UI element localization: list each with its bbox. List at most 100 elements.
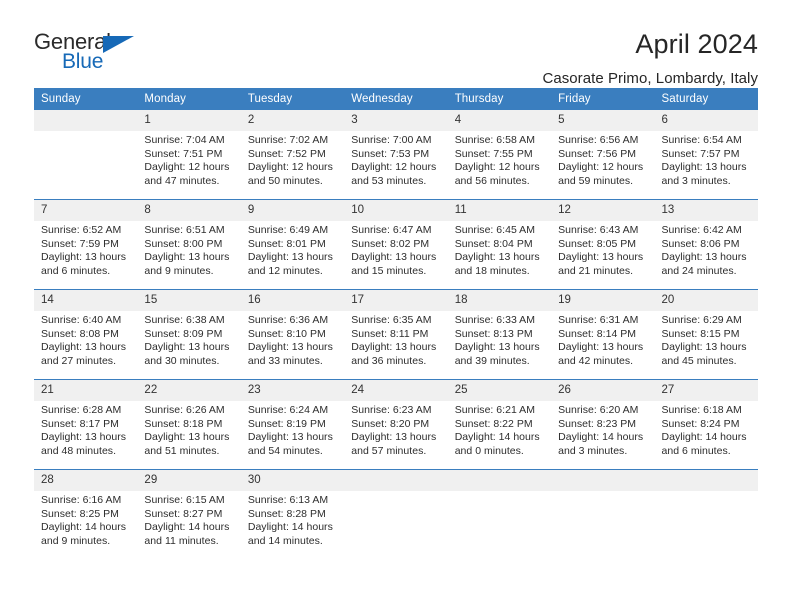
calendar-page: General Blue April 2024 Casorate Primo, … [0, 0, 792, 612]
day-number[interactable]: 6 [655, 110, 758, 131]
day-cell[interactable]: Sunrise: 6:38 AM Sunset: 8:09 PM Daylight:… [137, 311, 240, 379]
sunset-text: Sunset: 8:25 PM [41, 507, 119, 520]
day-number[interactable]: 9 [241, 200, 344, 221]
day-cell[interactable]: Sunrise: 6:36 AM Sunset: 8:10 PM Daylight:… [241, 311, 344, 379]
day-cell[interactable]: Sunrise: 6:47 AM Sunset: 8:02 PM Daylight:… [344, 221, 447, 289]
weekday-sunday: Sunday [41, 93, 81, 105]
day-number[interactable]: 20 [655, 290, 758, 311]
day-number[interactable]: 23 [241, 380, 344, 401]
day-cell[interactable]: Sunrise: 6:35 AM Sunset: 8:11 PM Daylight:… [344, 311, 447, 379]
sunset-text: Sunset: 8:05 PM [558, 237, 637, 250]
day-cell[interactable]: Sunrise: 6:52 AM Sunset: 7:59 PM Daylight:… [34, 221, 137, 289]
day-number[interactable]: 4 [448, 110, 551, 131]
weekday-header-row: Sunday Monday Tuesday Wednesday Thursday… [34, 88, 758, 110]
day-number[interactable]: 27 [655, 380, 758, 401]
day-cell[interactable]: Sunrise: 6:29 AM Sunset: 8:15 PM Daylight:… [655, 311, 758, 379]
sunrise-text: Sunrise: 6:23 AM [351, 404, 432, 416]
day-number[interactable]: 15 [137, 290, 240, 311]
daylight-text-line1: Daylight: 13 hours [558, 341, 644, 354]
day-cell[interactable]: Sunrise: 6:54 AM Sunset: 7:57 PM Daylight:… [655, 131, 758, 199]
sunset-text: Sunset: 7:59 PM [41, 237, 119, 250]
sunrise-text: Sunrise: 6:33 AM [454, 314, 535, 326]
day-number[interactable]: 14 [34, 290, 137, 311]
week-detail-band: Sunrise: 6:16 AM Sunset: 8:25 PM Daylight:… [34, 491, 758, 559]
sunrise-text: Sunrise: 6:45 AM [454, 224, 535, 236]
day-number[interactable]: 28 [34, 470, 137, 491]
day-number[interactable]: 2 [241, 110, 344, 131]
day-number[interactable]: 13 [655, 200, 758, 221]
day-number[interactable]: 10 [344, 200, 447, 221]
day-number[interactable]: 16 [241, 290, 344, 311]
day-number[interactable]: 18 [448, 290, 551, 311]
sunrise-text: Sunrise: 7:02 AM [247, 134, 329, 146]
day-cell[interactable]: Sunrise: 6:45 AM Sunset: 8:04 PM Daylight:… [448, 221, 551, 289]
day-number[interactable]: 29 [137, 470, 240, 491]
day-cell[interactable]: Sunrise: 6:26 AM Sunset: 8:18 PM Daylight:… [137, 401, 240, 469]
day-cell[interactable]: Sunrise: 6:15 AM Sunset: 8:27 PM Daylight:… [137, 491, 240, 559]
calendar-week-row: 14 15 16 17 18 19 20 Sunrise: 6:40 AM Sunset: 8:… [34, 289, 758, 379]
sunset-text: Sunset: 8:08 PM [41, 327, 119, 340]
day-cell[interactable]: Sunrise: 7:02 AM Sunset: 7:52 PM Daylight:… [241, 131, 344, 199]
daylight-text-line1: Daylight: 12 hours [247, 161, 333, 174]
day-cell[interactable]: Sunrise: 6:13 AM Sunset: 8:28 PM Daylight:… [241, 491, 344, 559]
daylight-text-line2: and 3 minutes. [558, 444, 628, 457]
daylight-text-line2: and 18 minutes. [454, 264, 530, 277]
day-cell-empty [34, 131, 137, 199]
sunset-text: Sunset: 8:20 PM [351, 417, 430, 430]
day-cell[interactable]: Sunrise: 6:23 AM Sunset: 8:20 PM Daylight:… [344, 401, 447, 469]
day-cell[interactable]: Sunrise: 6:16 AM Sunset: 8:25 PM Daylight:… [34, 491, 137, 559]
sunrise-text: Sunrise: 6:42 AM [661, 224, 742, 236]
sunset-text: Sunset: 8:04 PM [454, 237, 533, 250]
day-number[interactable]: 21 [34, 380, 137, 401]
day-number[interactable]: 3 [344, 110, 447, 131]
day-cell[interactable]: Sunrise: 6:43 AM Sunset: 8:05 PM Daylight:… [551, 221, 654, 289]
day-number[interactable]: 5 [551, 110, 654, 131]
day-cell[interactable]: Sunrise: 6:33 AM Sunset: 8:13 PM Daylight:… [448, 311, 551, 379]
general-blue-logo[interactable]: General Blue [34, 30, 142, 74]
day-cell[interactable]: Sunrise: 6:24 AM Sunset: 8:19 PM Daylight:… [241, 401, 344, 469]
sunset-text: Sunset: 7:52 PM [247, 147, 326, 160]
day-number[interactable]: 22 [137, 380, 240, 401]
day-number[interactable]: 24 [344, 380, 447, 401]
daylight-text-line2: and 0 minutes. [454, 444, 524, 457]
day-number[interactable]: 30 [241, 470, 344, 491]
day-number[interactable]: 25 [448, 380, 551, 401]
sunset-text: Sunset: 8:10 PM [247, 327, 326, 340]
day-cell[interactable]: Sunrise: 6:31 AM Sunset: 8:14 PM Daylight:… [551, 311, 654, 379]
daylight-text-line2: and 33 minutes. [247, 354, 323, 367]
day-cell-empty [344, 491, 447, 559]
day-number[interactable]: 19 [551, 290, 654, 311]
day-number[interactable]: 12 [551, 200, 654, 221]
day-cell[interactable]: Sunrise: 6:49 AM Sunset: 8:01 PM Daylight:… [241, 221, 344, 289]
daylight-text-line2: and 21 minutes. [558, 264, 634, 277]
day-cell[interactable]: Sunrise: 6:42 AM Sunset: 8:06 PM Daylight:… [655, 221, 758, 289]
day-number[interactable]: 8 [137, 200, 240, 221]
day-number[interactable]: 7 [34, 200, 137, 221]
day-cell[interactable]: Sunrise: 6:28 AM Sunset: 8:17 PM Daylight:… [34, 401, 137, 469]
day-cell[interactable]: Sunrise: 6:40 AM Sunset: 8:08 PM Daylight:… [34, 311, 137, 379]
daylight-text-line2: and 51 minutes. [144, 444, 220, 457]
day-cell[interactable]: Sunrise: 6:20 AM Sunset: 8:23 PM Daylight:… [551, 401, 654, 469]
daylight-text-line2: and 56 minutes. [454, 174, 530, 187]
day-number[interactable]: 17 [344, 290, 447, 311]
day-number[interactable]: 1 [137, 110, 240, 131]
day-cell[interactable]: Sunrise: 7:04 AM Sunset: 7:51 PM Daylight:… [137, 131, 240, 199]
sunrise-text: Sunrise: 6:16 AM [41, 494, 122, 506]
day-cell[interactable]: Sunrise: 7:00 AM Sunset: 7:53 PM Daylight:… [344, 131, 447, 199]
day-number-empty [655, 470, 758, 491]
sunrise-text: Sunrise: 7:00 AM [351, 134, 432, 146]
sunrise-text: Sunrise: 6:29 AM [661, 314, 742, 326]
daylight-text-line1: Daylight: 13 hours [41, 251, 126, 264]
sunrise-text: Sunrise: 6:47 AM [351, 224, 432, 236]
day-cell[interactable]: Sunrise: 6:51 AM Sunset: 8:00 PM Daylight:… [137, 221, 240, 289]
daylight-text-line1: Daylight: 13 hours [41, 341, 126, 354]
day-cell[interactable]: Sunrise: 6:56 AM Sunset: 7:56 PM Daylight:… [551, 131, 654, 199]
day-cell[interactable]: Sunrise: 6:58 AM Sunset: 7:55 PM Daylight:… [448, 131, 551, 199]
daylight-text-line2: and 6 minutes. [41, 264, 111, 277]
daylight-text-line1: Daylight: 13 hours [247, 341, 333, 354]
day-number[interactable]: 26 [551, 380, 654, 401]
daylight-text-line1: Daylight: 13 hours [144, 431, 230, 444]
day-cell[interactable]: Sunrise: 6:18 AM Sunset: 8:24 PM Daylight:… [655, 401, 758, 469]
day-cell[interactable]: Sunrise: 6:21 AM Sunset: 8:22 PM Daylight:… [448, 401, 551, 469]
day-number[interactable]: 11 [448, 200, 551, 221]
